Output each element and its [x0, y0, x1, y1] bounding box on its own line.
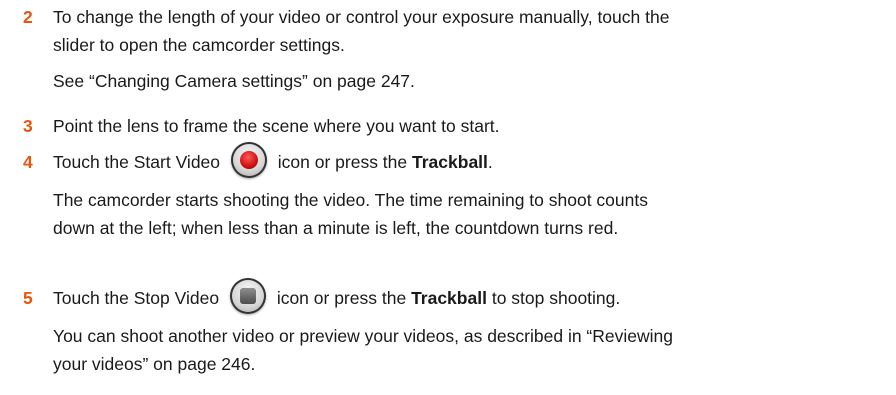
step-3: 3 Point the lens to frame the scene wher…: [23, 112, 888, 140]
step-text-line: Touch the Stop Video icon or press the T…: [53, 278, 888, 315]
step-note: See “Changing Camera settings” on page 2…: [53, 71, 415, 91]
step-body: Touch the Stop Video icon or press the T…: [53, 278, 888, 378]
manual-page: 2 To change the length of your video or …: [0, 0, 896, 395]
step-note: You can shoot another video or preview y…: [53, 326, 673, 347]
step-text-line: Touch the Start Video icon or press the …: [53, 142, 888, 179]
step-text: Touch the Stop Video: [53, 288, 220, 308]
step-text: Touch the Start Video: [53, 152, 221, 172]
step-text-line: Point the lens to frame the scene where …: [53, 116, 500, 136]
step-body: To change the length of your video or co…: [53, 3, 888, 95]
stop-video-icon: [229, 278, 266, 315]
step-text: to stop shooting.: [491, 288, 621, 308]
step-body: Touch the Start Video icon or press the …: [53, 142, 888, 242]
step-note: your videos” on page 246.: [53, 354, 256, 375]
step-text: icon or press the: [276, 288, 407, 308]
step-note: down at the left; when less than a minut…: [53, 218, 619, 239]
record-dot: [239, 151, 258, 170]
step-text: .: [487, 152, 493, 172]
step-note: The camcorder starts shooting the video.…: [53, 190, 648, 211]
step-text: icon or press the: [277, 152, 408, 172]
step-number: 4: [23, 152, 33, 172]
step-4: 4 Touch the Start Video icon or press th…: [23, 142, 888, 242]
start-video-icon: [230, 142, 267, 179]
step-5: 5 Touch the Stop Video icon or press the…: [23, 278, 888, 378]
trackball-label: Trackball: [412, 152, 488, 172]
step-number: 5: [23, 288, 33, 308]
step-text-line: To change the length of your video or co…: [53, 7, 670, 27]
step-2: 2 To change the length of your video or …: [23, 3, 888, 95]
step-text-line: slider to open the camcorder settings.: [53, 35, 345, 55]
step-number: 3: [23, 116, 33, 136]
step-body: Point the lens to frame the scene where …: [53, 112, 888, 140]
step-number: 2: [23, 7, 33, 27]
stop-square: [239, 288, 256, 305]
trackball-label: Trackball: [411, 288, 487, 308]
